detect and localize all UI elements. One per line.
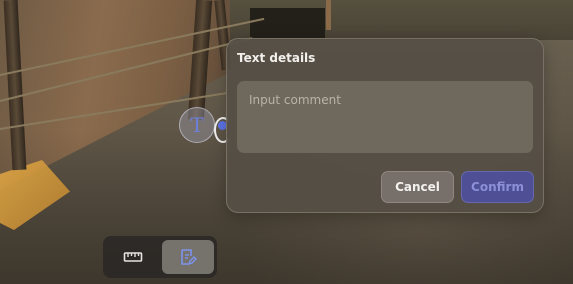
dark-opening xyxy=(250,8,325,38)
comment-input[interactable] xyxy=(237,81,533,153)
dialog-title: Text details xyxy=(237,51,316,65)
text-annotation-pin[interactable]: T xyxy=(179,107,215,143)
text-annotation-icon: T xyxy=(190,113,204,137)
confirm-button[interactable]: Confirm xyxy=(461,171,534,203)
bottom-toolbar xyxy=(103,236,217,278)
ruler-tool-button[interactable] xyxy=(107,240,159,274)
annotation-tool-button[interactable] xyxy=(162,240,214,274)
annotation-edit-icon xyxy=(181,249,197,266)
ruler-icon xyxy=(123,252,143,262)
text-details-dialog: Text details Cancel Confirm xyxy=(226,38,544,213)
wooden-post xyxy=(326,0,331,30)
cancel-button[interactable]: Cancel xyxy=(381,171,454,203)
